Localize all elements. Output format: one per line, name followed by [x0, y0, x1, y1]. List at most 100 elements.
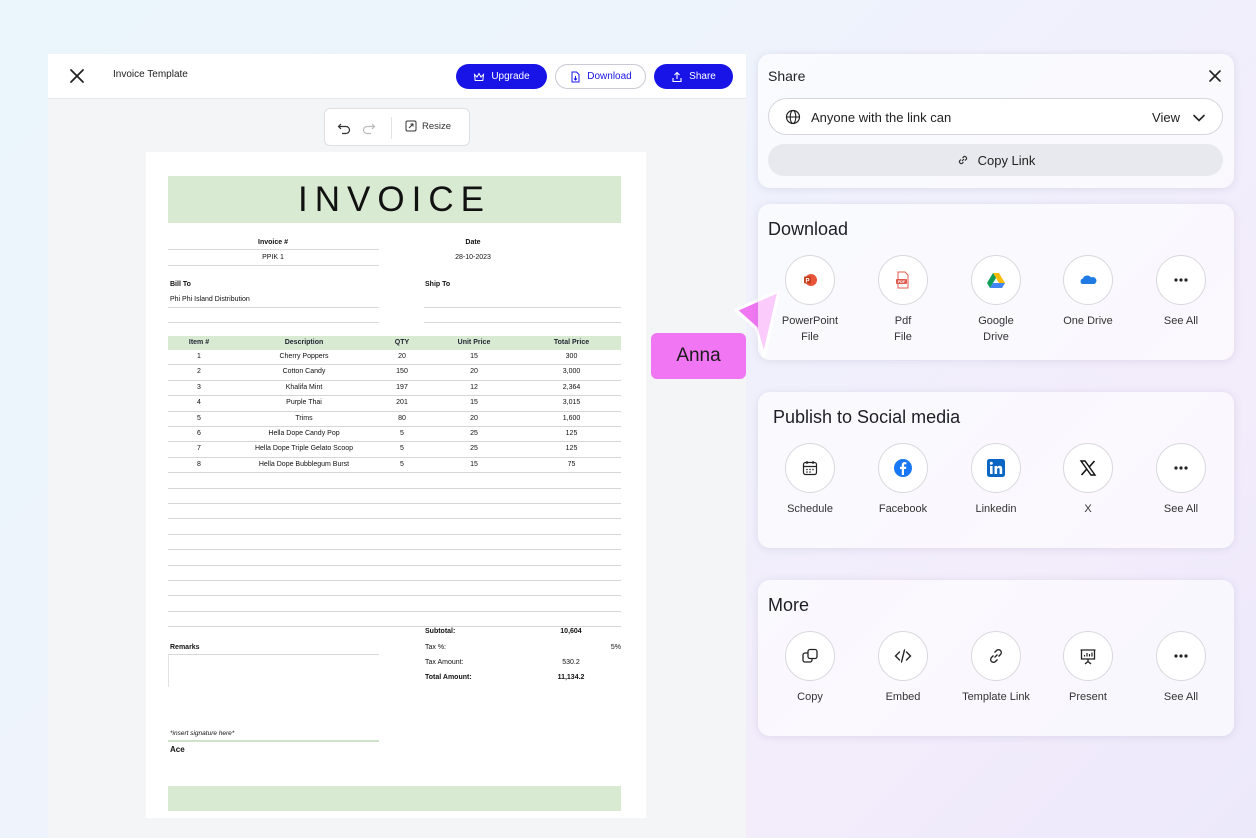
table-row: [168, 581, 621, 597]
more-present[interactable]: Present: [1043, 631, 1133, 705]
tax-pct-value: 5%: [610, 644, 621, 651]
more-template-link[interactable]: Template Link: [951, 631, 1041, 705]
globe-icon: [785, 109, 801, 125]
table-cell: Hella Dope Triple Gelato Scoop: [254, 445, 354, 453]
close-icon[interactable]: [1208, 69, 1222, 83]
total-value: 11,134.2: [557, 674, 585, 681]
table-cell: 5: [400, 430, 404, 437]
table-cell: 201: [396, 399, 408, 407]
table-cell: 4: [197, 399, 201, 407]
copy-icon: [802, 648, 818, 663]
table-cell: Purple Thai: [286, 399, 322, 407]
table-cell: 5: [400, 445, 404, 453]
more-icon: [1174, 654, 1188, 658]
calendar-icon: [802, 461, 818, 476]
linkedin-icon: [987, 459, 1005, 477]
option-label: PowerPoint File: [765, 313, 855, 345]
label-line: File: [894, 331, 912, 343]
table-row: [168, 473, 621, 489]
table-cell: Khalifa Mint: [285, 383, 323, 391]
social-linkedin[interactable]: Linkedin: [951, 443, 1041, 517]
remarks-label: Remarks: [170, 644, 200, 651]
invoice-heading: INVOICE: [298, 179, 491, 219]
table-cell: 125: [565, 430, 578, 437]
redo-icon[interactable]: [362, 121, 376, 135]
more-title: More: [768, 595, 810, 615]
table-row: [168, 489, 621, 504]
table-row: [168, 535, 621, 551]
close-icon[interactable]: [68, 67, 86, 85]
social-x[interactable]: X: [1043, 443, 1133, 517]
upgrade-button[interactable]: Upgrade: [456, 64, 547, 89]
table-row: [168, 596, 621, 612]
table-cell: 300: [565, 353, 578, 360]
download-see-all[interactable]: See All: [1136, 255, 1226, 329]
download-button[interactable]: Download: [555, 64, 646, 89]
table-row: [168, 504, 621, 520]
upgrade-label: Upgrade: [491, 71, 530, 82]
link-permission-dropdown[interactable]: Anyone with the link can View: [768, 98, 1223, 135]
signature-line: [168, 740, 379, 742]
divider: [424, 307, 621, 308]
social-see-all[interactable]: See All: [1136, 443, 1226, 517]
download-onedrive[interactable]: One Drive: [1043, 255, 1133, 329]
table-row: 3 Khalifa Mint 197 12 2,364: [168, 381, 621, 397]
column-header: Total Price: [553, 339, 590, 346]
divider: [168, 307, 379, 308]
download-google-drive[interactable]: Google Drive: [951, 255, 1041, 345]
table-row: 6 Hella Dope Candy Pop 5 25 125: [168, 427, 621, 443]
table-cell: 5: [400, 460, 404, 468]
remarks-box: [168, 655, 169, 687]
facebook-icon: [894, 459, 912, 477]
download-powerpoint[interactable]: P PowerPoint File: [765, 255, 855, 345]
resize-button[interactable]: Resize: [405, 120, 451, 132]
table-row: [168, 566, 621, 581]
table-cell: 15: [470, 460, 478, 468]
bill-to-value: Phi Phi Island Distribution: [170, 296, 250, 303]
table-row: 7 Hella Dope Triple Gelato Scoop 5 25 125: [168, 442, 621, 458]
label-line: Drive: [983, 331, 1009, 343]
copy-link-button[interactable]: Copy Link: [768, 144, 1223, 176]
powerpoint-icon: P: [804, 274, 817, 286]
column-header: Unit Price: [457, 339, 491, 346]
undo-icon[interactable]: [337, 121, 351, 135]
download-title: Download: [768, 219, 849, 239]
more-embed[interactable]: Embed: [858, 631, 948, 705]
social-facebook[interactable]: Facebook: [858, 443, 948, 517]
download-card: Download P PowerPoint File PDF Pdf File Go…: [758, 204, 1234, 360]
share-button[interactable]: Share: [654, 64, 733, 89]
table-cell: 3,015: [562, 399, 581, 407]
share-icon: [672, 71, 682, 82]
download-file-icon: [571, 71, 580, 82]
column-header: Description: [284, 339, 324, 346]
table-cell: Cotton Candy: [282, 368, 326, 376]
label-line: PowerPoint: [781, 315, 839, 327]
divider: [168, 249, 379, 250]
invoice-page[interactable]: INVOICE Invoice # PPIK 1 Date 28-10-2023…: [146, 152, 646, 818]
social-schedule[interactable]: Schedule: [765, 443, 855, 517]
table-cell: 25: [470, 445, 478, 453]
permission-text: Anyone with the link can: [811, 110, 952, 125]
option-label: Pdf File: [858, 313, 948, 345]
divider: [168, 654, 379, 655]
column-header: QTY: [394, 339, 410, 346]
table-cell: Hella Dope Bubblegum Burst: [258, 460, 350, 468]
editor-panel: Invoice Template Upgrade Download Share …: [48, 54, 746, 838]
more-icon: [1174, 278, 1188, 282]
toolbox-divider: [391, 117, 392, 139]
ship-to-label: Ship To: [425, 281, 451, 288]
chevron-down-icon: [1193, 114, 1205, 122]
option-label: See All: [1163, 315, 1199, 327]
table-cell: 3: [197, 383, 201, 391]
table-cell: 20: [398, 353, 406, 360]
table-cell: 75: [567, 460, 576, 468]
invoice-banner: INVOICE: [168, 176, 621, 223]
svg-text:P: P: [805, 278, 809, 284]
table-cell: 7: [197, 445, 201, 453]
more-copy[interactable]: Copy: [765, 631, 855, 705]
divider: [168, 322, 379, 323]
share-title: Share: [768, 68, 806, 84]
download-pdf[interactable]: PDF Pdf File: [858, 255, 948, 345]
divider: [168, 265, 379, 266]
more-see-all[interactable]: See All: [1136, 631, 1226, 705]
